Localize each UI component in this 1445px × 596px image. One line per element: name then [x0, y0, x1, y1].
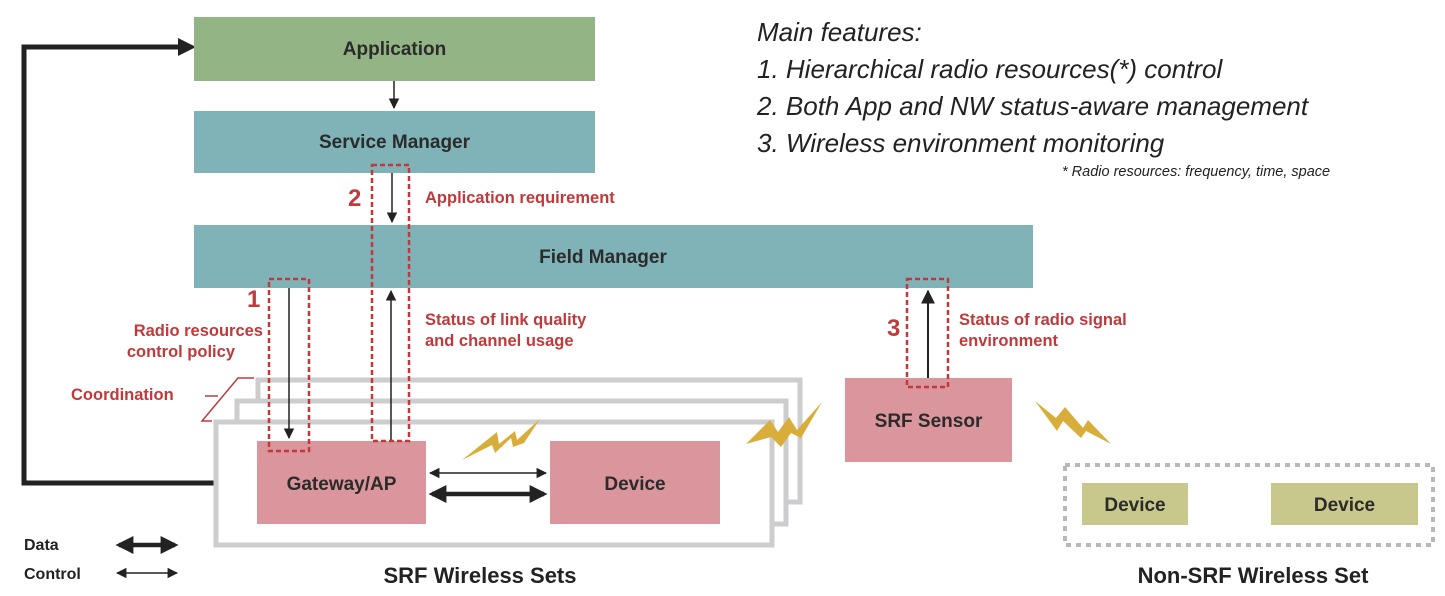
field-manager-label: Field Manager [539, 247, 667, 268]
main-features-panel: Main features: 1. Hierarchical radio res… [757, 14, 1330, 180]
coordination-label: Coordination [71, 386, 174, 404]
feedback-line [21, 44, 216, 486]
radio-resources-footnote: * Radio resources: frequency, time, spac… [1062, 164, 1331, 180]
gateway-ap-block[interactable]: Gateway/AP [257, 441, 426, 524]
srf-device-label: Device [604, 474, 665, 495]
radio-policy-label-line2: control policy [127, 343, 236, 361]
non-srf-device-1[interactable]: Device [1082, 483, 1188, 525]
legend-control-label: Control [24, 566, 81, 583]
application-requirement-label: Application requirement [425, 189, 615, 207]
service-manager-label: Service Manager [319, 132, 471, 153]
srf-sensor-block[interactable]: SRF Sensor [845, 378, 1012, 462]
non-srf-wireless-set-title: Non-SRF Wireless Set [1138, 563, 1370, 588]
feature-number-1: 1 [247, 286, 260, 313]
non-srf-device-2-label: Device [1314, 495, 1375, 516]
link-status-label-line1: Status of link quality [425, 311, 587, 329]
feature-number-2: 2 [348, 185, 361, 212]
gateway-ap-label: Gateway/AP [287, 474, 397, 495]
lightning-icon [1035, 401, 1111, 444]
legend-data-label: Data [24, 537, 59, 554]
radio-env-label-line2: environment [959, 332, 1059, 350]
radio-env-label-line1: Status of radio signal [959, 311, 1127, 329]
main-features-heading: Main features: [757, 17, 922, 47]
feature-item-2: 2. Both App and NW status-aware manageme… [757, 91, 1309, 121]
non-srf-device-2[interactable]: Device [1271, 483, 1418, 525]
non-srf-device-1-label: Device [1104, 495, 1165, 516]
feature-item-3: 3. Wireless environment monitoring [757, 128, 1165, 158]
link-status-label-line2: and channel usage [425, 332, 574, 350]
feedback-arrowhead-icon [178, 38, 196, 56]
service-manager-block[interactable]: Service Manager [194, 111, 595, 173]
application-label: Application [343, 39, 446, 60]
feature-item-1: 1. Hierarchical radio resources(*) contr… [757, 54, 1223, 84]
srf-wireless-sets-title: SRF Wireless Sets [384, 563, 577, 588]
srf-sensor-label: SRF Sensor [875, 411, 983, 432]
srf-device-block[interactable]: Device [550, 441, 720, 524]
application-block[interactable]: Application [194, 17, 595, 81]
radio-policy-label-line1: Radio resources [134, 322, 263, 340]
feature-number-3: 3 [887, 315, 900, 342]
